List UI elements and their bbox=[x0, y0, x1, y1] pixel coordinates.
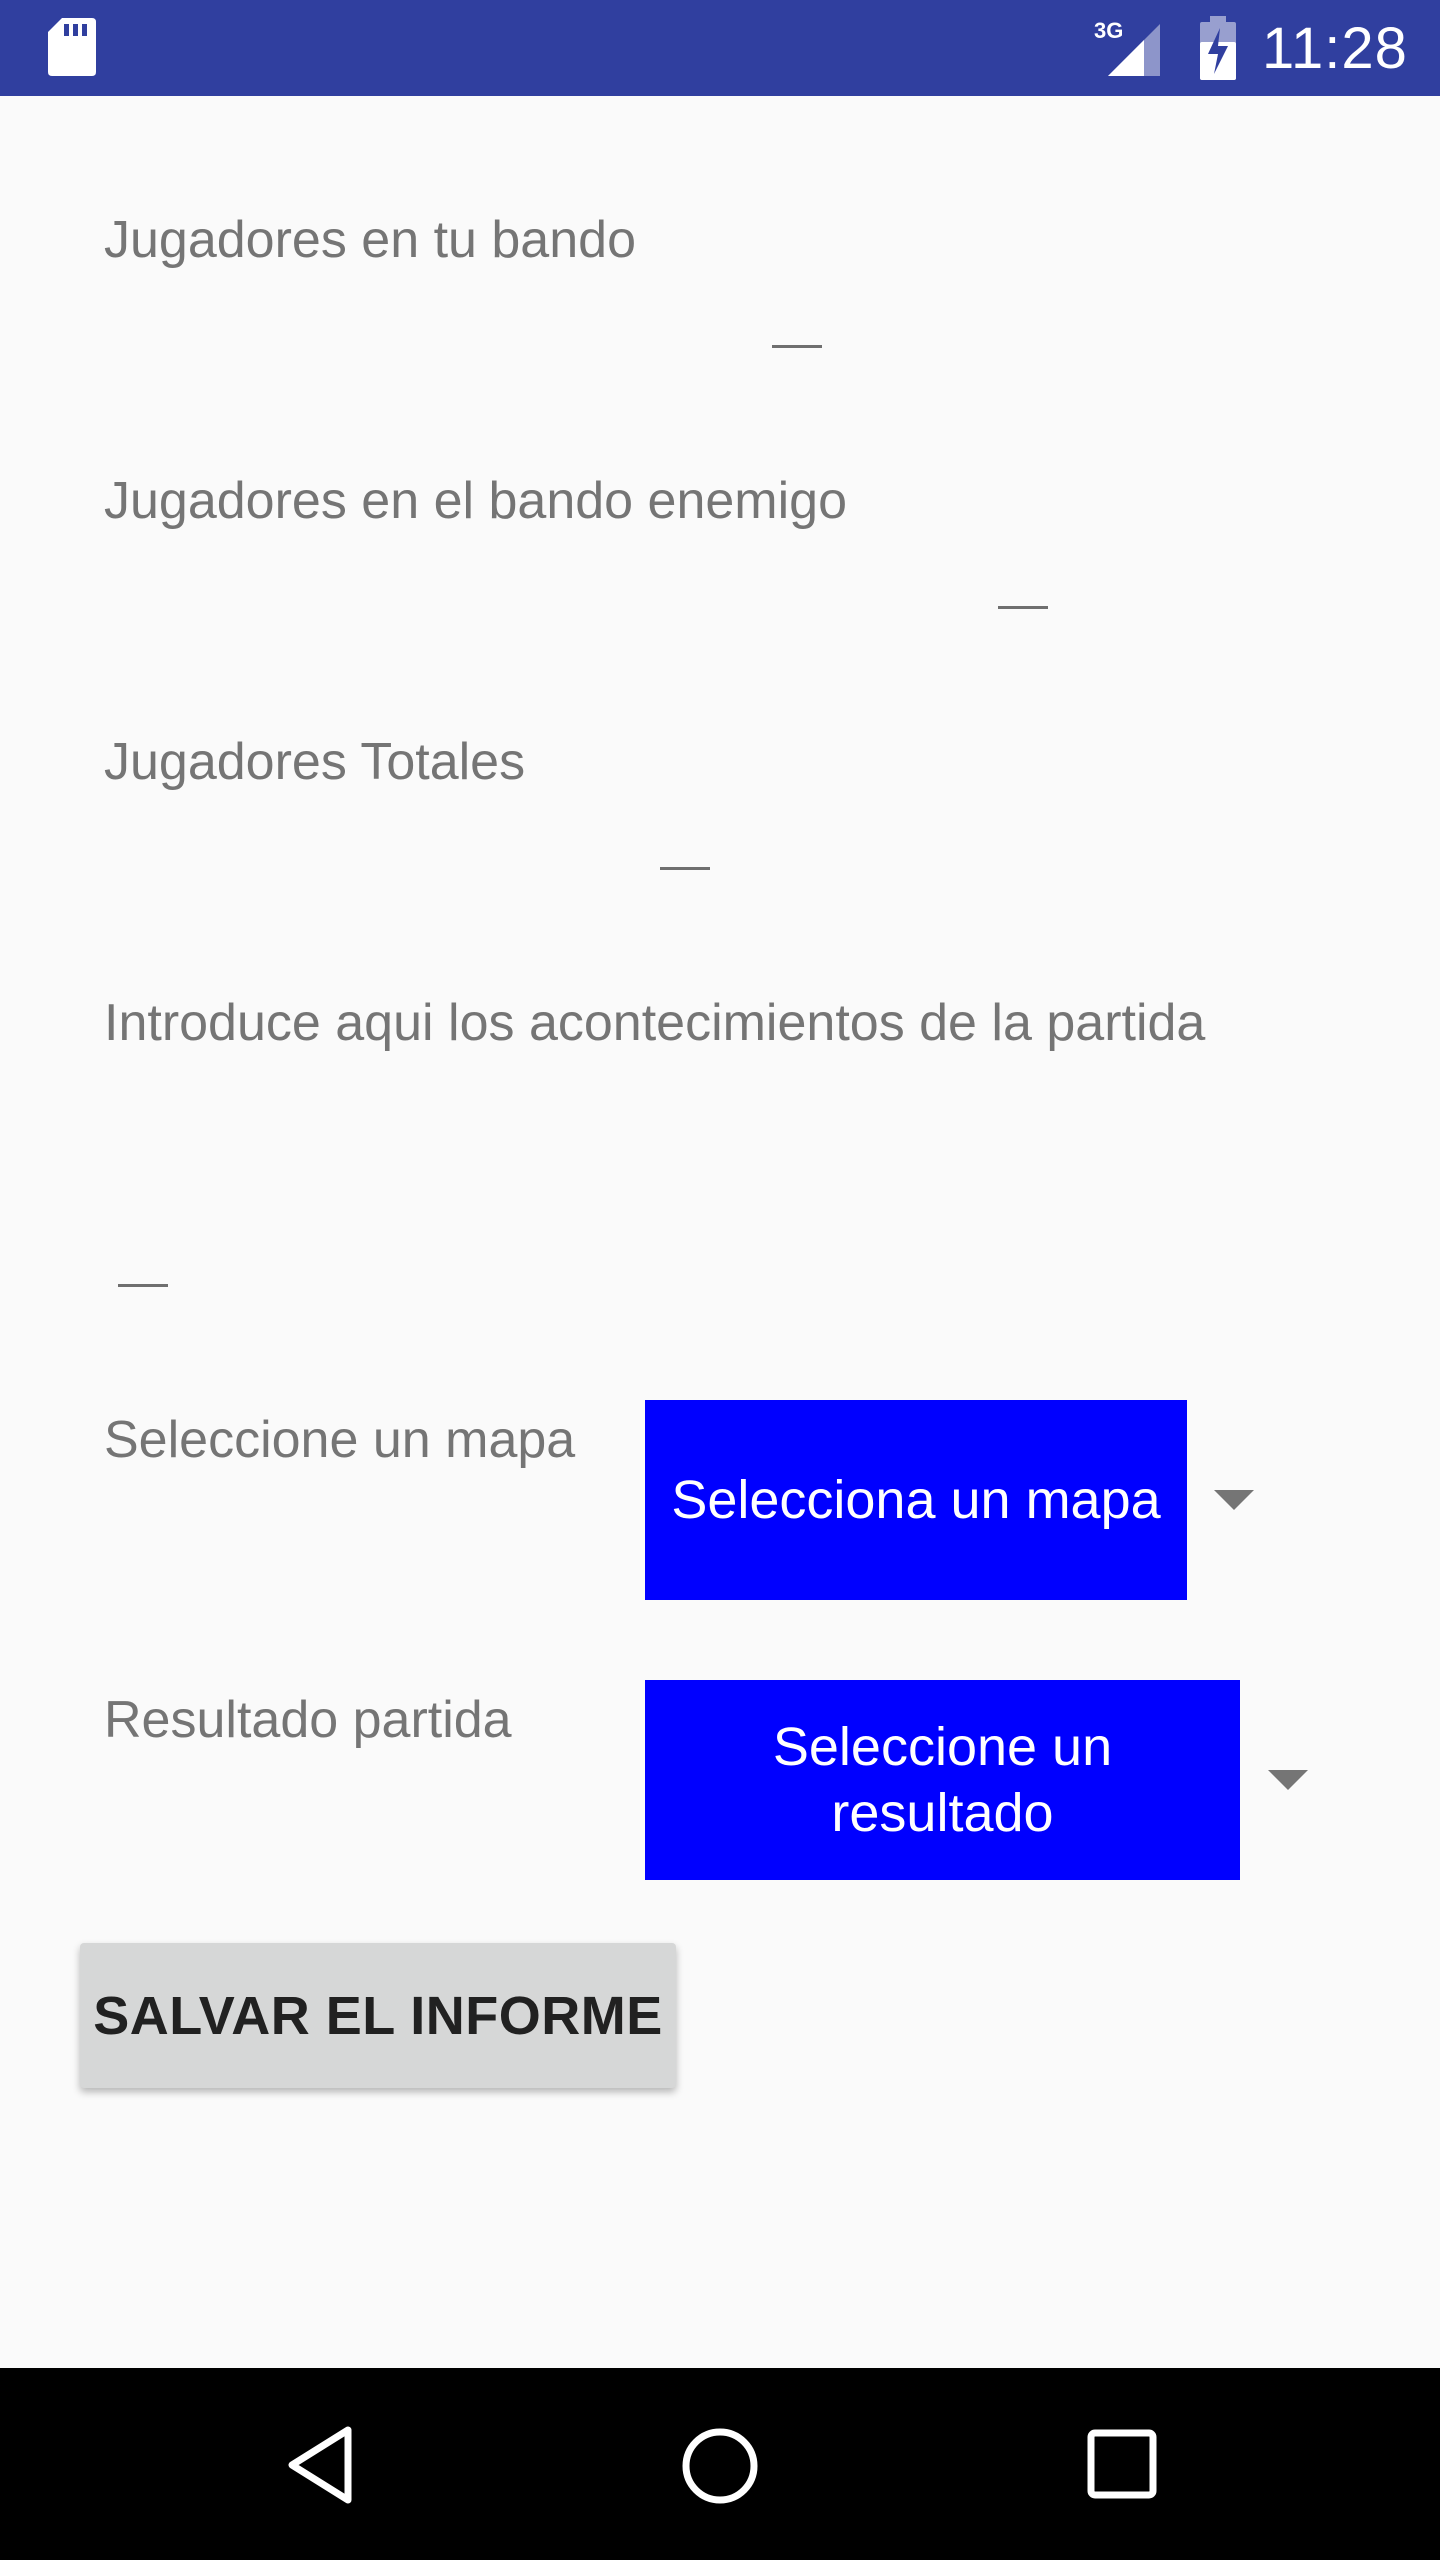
events-input[interactable] bbox=[118, 1284, 168, 1287]
players-your-side-label: Jugadores en tu bando bbox=[104, 211, 636, 269]
save-report-button[interactable]: SALVAR EL INFORME bbox=[80, 1943, 676, 2088]
players-enemy-side-label: Jugadores en el bando enemigo bbox=[104, 472, 848, 530]
events-label: Introduce aqui los acontecimientos de la… bbox=[104, 994, 1206, 1052]
players-total-label: Jugadores Totales bbox=[104, 733, 526, 791]
svg-text:3G: 3G bbox=[1094, 18, 1123, 43]
result-label: Resultado partida bbox=[104, 1691, 512, 1749]
players-enemy-side-input[interactable] bbox=[998, 606, 1048, 609]
status-bar: 3G 11:28 bbox=[0, 0, 1440, 96]
status-clock: 11:28 bbox=[1262, 16, 1408, 81]
result-spinner[interactable]: Seleccione un resultado bbox=[645, 1680, 1240, 1880]
result-spinner-value: Seleccione un resultado bbox=[772, 1717, 1113, 1843]
players-your-side-input[interactable] bbox=[772, 345, 822, 348]
players-total-input[interactable] bbox=[660, 867, 710, 870]
navigation-bar bbox=[0, 2368, 1440, 2560]
recents-icon[interactable] bbox=[1086, 2428, 1158, 2500]
map-dropdown-arrow-icon[interactable] bbox=[1214, 1490, 1254, 1510]
map-spinner[interactable]: Selecciona un mapa bbox=[645, 1400, 1187, 1600]
result-dropdown-arrow-icon[interactable] bbox=[1268, 1770, 1308, 1790]
sd-card-icon bbox=[48, 18, 96, 76]
map-spinner-value: Selecciona un mapa bbox=[671, 1470, 1161, 1530]
back-icon[interactable] bbox=[284, 2424, 356, 2506]
signal-3g-icon: 3G bbox=[1094, 18, 1160, 76]
battery-charging-icon bbox=[1200, 16, 1236, 80]
map-label: Seleccione un mapa bbox=[104, 1411, 576, 1469]
home-icon[interactable] bbox=[680, 2426, 760, 2506]
